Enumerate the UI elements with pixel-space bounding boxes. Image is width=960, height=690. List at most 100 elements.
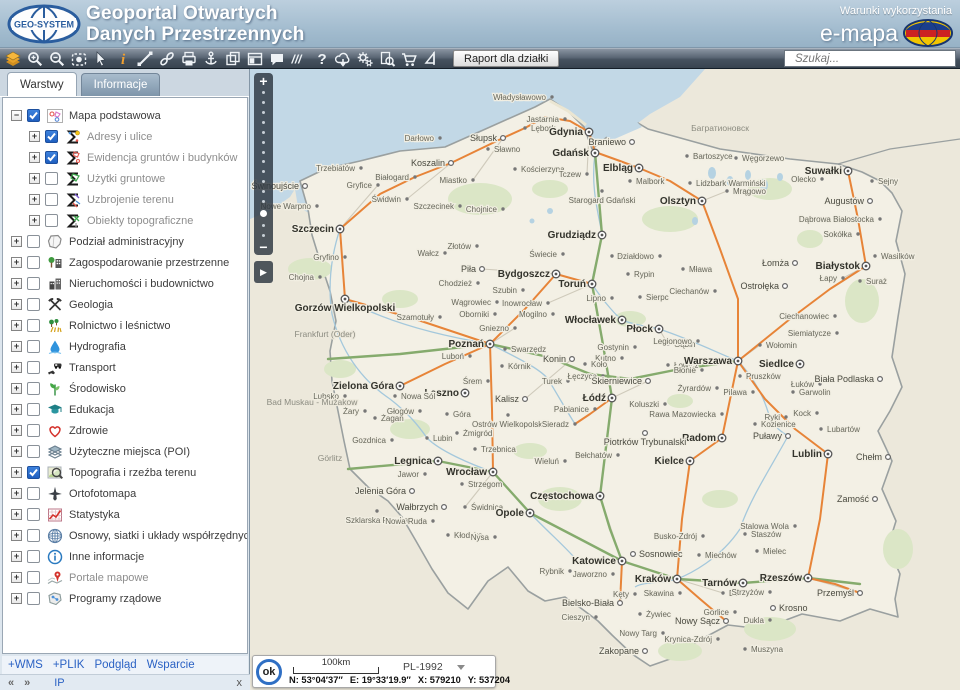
measure-icon[interactable] [134,49,156,68]
expand-icon[interactable]: + [11,467,22,478]
layer-checkbox[interactable] [27,571,40,584]
layer-label[interactable]: Statystyka [69,509,120,521]
layer-checkbox[interactable] [27,298,40,311]
layout-icon[interactable] [244,49,266,68]
layer-label[interactable]: Edukacja [69,404,114,416]
layer-label[interactable]: Uzbrojenie terenu [87,194,174,206]
close-icon[interactable]: x [237,677,243,689]
expand-icon[interactable]: + [29,173,40,184]
parcel-report-button[interactable]: Raport dla działki [453,50,559,67]
layer-label[interactable]: Podział administracyjny [69,236,184,248]
slashes-icon[interactable]: /// [288,49,310,68]
zoom-out-icon[interactable] [46,49,68,68]
layer-checkbox[interactable] [27,508,40,521]
zoom-level-dot[interactable] [262,131,265,134]
layer-label[interactable]: Adresy i ulice [87,131,152,143]
pager-prev[interactable]: « [8,677,14,689]
layer-checkbox[interactable] [45,151,58,164]
plik-link[interactable]: +PLIK [53,659,85,671]
expand-icon[interactable]: + [29,194,40,205]
layer-checkbox[interactable] [27,382,40,395]
expand-icon[interactable]: + [11,320,22,331]
layers-icon[interactable] [2,49,24,68]
zoom-level-dot[interactable] [262,200,265,203]
comment-icon[interactable] [266,49,288,68]
layer-label[interactable]: Rolnictwo i leśnictwo [69,320,170,332]
layer-label[interactable]: Ortofotomapa [69,488,136,500]
collapse-icon[interactable]: − [11,110,22,121]
layer-checkbox[interactable] [27,319,40,332]
expand-icon[interactable]: + [11,572,22,583]
expand-icon[interactable]: + [11,257,22,268]
zoom-level-dot[interactable] [262,224,265,227]
layer-label[interactable]: Transport [69,362,116,374]
zoom-level-dot[interactable] [262,180,265,183]
layer-checkbox[interactable] [27,529,40,542]
settings-icon[interactable] [354,49,376,68]
expand-icon[interactable]: + [29,152,40,163]
expand-icon[interactable]: + [11,509,22,520]
zoom-level-dot[interactable] [262,121,265,124]
search-document-icon[interactable] [376,49,398,68]
expand-icon[interactable]: + [11,383,22,394]
podglad-link[interactable]: Podgląd [94,659,136,671]
expand-icon[interactable]: + [11,404,22,415]
layer-label[interactable]: Użyteczne miejsca (POI) [69,446,190,458]
layer-label[interactable]: Obiekty topograficzne [87,215,193,227]
layer-label[interactable]: Inne informacje [69,551,144,563]
layer-label[interactable]: Geologia [69,299,113,311]
expand-icon[interactable]: + [11,236,22,247]
layer-label[interactable]: Hydrografia [69,341,126,353]
layer-label[interactable]: Nieruchomości i budownictwo [69,278,214,290]
layer-label[interactable]: Mapa podstawowa [69,110,161,122]
zoom-level-dot[interactable] [262,141,265,144]
layer-label[interactable]: Portale mapowe [69,572,149,584]
crs-selector[interactable]: PL-1992 [403,661,465,673]
zoom-in-button[interactable]: + [259,73,267,89]
expand-icon[interactable]: + [11,362,22,373]
zoom-out-button[interactable]: − [259,239,267,255]
cart-icon[interactable] [398,49,420,68]
layer-checkbox[interactable] [27,109,40,122]
layer-label[interactable]: Topografia i rzeźba terenu [69,467,196,479]
layer-checkbox[interactable] [27,424,40,437]
layer-label[interactable]: Osnowy, siatki i układy współrzędnych [69,530,248,542]
expand-icon[interactable]: + [11,299,22,310]
layer-checkbox[interactable] [27,445,40,458]
wms-link[interactable]: +WMS [8,659,43,671]
layer-checkbox[interactable] [27,340,40,353]
zoom-in-icon[interactable] [24,49,46,68]
zoom-level-dot[interactable] [262,170,265,173]
panel-expand-arrow[interactable]: ▶ [254,261,273,283]
sail-icon[interactable] [420,49,442,68]
zoom-level-dot[interactable] [262,91,265,94]
layer-checkbox[interactable] [27,550,40,563]
layer-checkbox[interactable] [27,361,40,374]
expand-icon[interactable]: + [11,278,22,289]
info-icon[interactable]: i [112,49,134,68]
expand-icon[interactable]: + [11,425,22,436]
layer-checkbox[interactable] [27,487,40,500]
ok-button[interactable]: ok [256,659,282,685]
layer-checkbox[interactable] [45,193,58,206]
help-icon[interactable]: ? [310,49,332,68]
link-icon[interactable] [156,49,178,68]
zoom-level-dot[interactable] [262,160,265,163]
expand-icon[interactable]: + [11,341,22,352]
layer-checkbox[interactable] [27,235,40,248]
layer-checkbox[interactable] [27,403,40,416]
layer-label[interactable]: Środowisko [69,383,126,395]
layer-label[interactable]: Użytki gruntowe [87,173,165,185]
layer-checkbox[interactable] [27,466,40,479]
layer-checkbox[interactable] [27,277,40,290]
expand-icon[interactable]: + [29,215,40,226]
expand-icon[interactable]: + [11,551,22,562]
expand-icon[interactable]: + [11,593,22,604]
layer-label[interactable]: Zdrowie [69,425,108,437]
anchor-icon[interactable] [200,49,222,68]
select-area-icon[interactable] [68,49,90,68]
layer-checkbox[interactable] [27,592,40,605]
print-icon[interactable] [178,49,200,68]
zoom-level-dot[interactable] [262,190,265,193]
wsparcie-link[interactable]: Wsparcie [147,659,195,671]
